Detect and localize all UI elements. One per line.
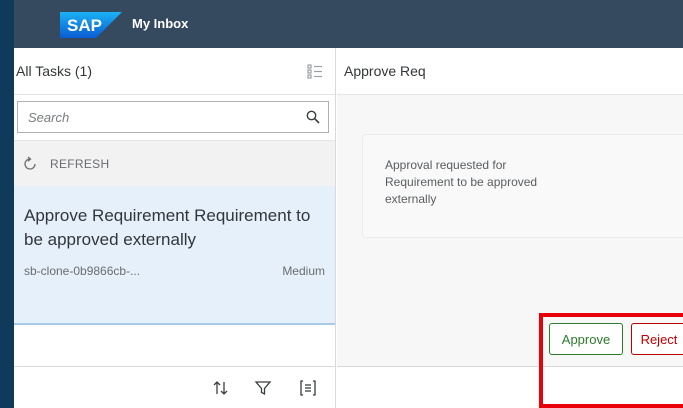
detail-header: Approve Req bbox=[337, 48, 683, 95]
master-title: All Tasks (1) bbox=[16, 63, 92, 79]
refresh-button[interactable]: REFRESH bbox=[14, 140, 335, 186]
group-icon[interactable] bbox=[299, 379, 317, 397]
select-icon[interactable] bbox=[307, 63, 323, 79]
search-field bbox=[17, 101, 329, 133]
refresh-icon bbox=[24, 155, 36, 170]
task-list-item[interactable]: Approve Requirement Requirement to be ap… bbox=[14, 186, 335, 325]
detail-title: Approve Req bbox=[344, 63, 426, 79]
sap-logo: SAP bbox=[60, 12, 122, 38]
detail-footer bbox=[337, 366, 683, 408]
sort-icon[interactable] bbox=[212, 379, 230, 397]
shell-bar: SAP My Inbox bbox=[14, 0, 683, 48]
task-description: Approval requested for Requirement to be… bbox=[385, 158, 538, 206]
search-input[interactable] bbox=[18, 109, 298, 125]
refresh-label: REFRESH bbox=[50, 156, 110, 171]
search-icon[interactable] bbox=[298, 102, 328, 132]
reject-button[interactable]: Reject bbox=[631, 323, 683, 355]
description-card: Approval requested for Requirement to be… bbox=[362, 134, 683, 238]
master-footer bbox=[14, 366, 335, 408]
task-meta: sb-clone-0b9866cb-... Medium bbox=[24, 264, 325, 278]
master-header: All Tasks (1) bbox=[14, 48, 335, 95]
master-pane: All Tasks (1) REFRESH Approve Requireme bbox=[14, 48, 336, 408]
task-title: Approve Requirement Requirement to be ap… bbox=[24, 206, 311, 249]
app-title: My Inbox bbox=[132, 16, 189, 31]
svg-text:SAP: SAP bbox=[67, 16, 102, 35]
filter-icon[interactable] bbox=[254, 379, 272, 397]
approve-button[interactable]: Approve bbox=[549, 323, 623, 355]
task-id: sb-clone-0b9866cb-... bbox=[24, 264, 141, 278]
task-priority: Medium bbox=[282, 264, 325, 278]
app-frame: SAP My Inbox All Tasks (1) RE bbox=[14, 0, 683, 408]
